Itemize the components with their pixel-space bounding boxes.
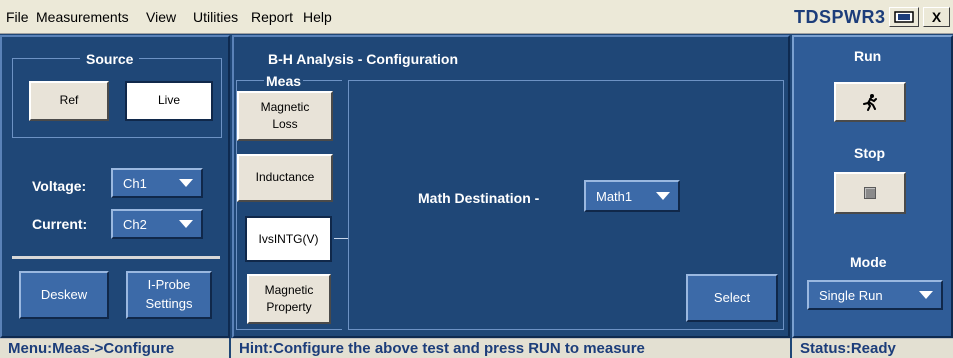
status-hint: Hint:Configure the above test and press …: [231, 338, 790, 358]
app-title: TDSPWR3: [794, 7, 886, 27]
magnetic-loss-button[interactable]: Magnetic Loss: [237, 91, 333, 141]
iprobe-settings-button[interactable]: I-Probe Settings: [126, 271, 212, 319]
magnetic-property-button[interactable]: Magnetic Property: [247, 274, 331, 324]
chevron-down-icon: [179, 179, 193, 187]
mode-title: Mode: [850, 254, 887, 270]
menu-utilities[interactable]: Utilities: [193, 9, 238, 25]
current-channel-select[interactable]: Ch2: [111, 209, 203, 239]
stop-title: Stop: [854, 145, 886, 161]
voltage-channel-select[interactable]: Ch1: [111, 168, 203, 198]
math-destination-select[interactable]: Math1: [584, 180, 680, 212]
configuration-title: B-H Analysis - Configuration: [268, 51, 459, 67]
math-destination-label: Math Destination -: [418, 190, 540, 206]
chevron-down-icon: [179, 220, 193, 228]
source-title: Source: [80, 51, 140, 67]
iprobe-label-line2: Settings: [145, 296, 193, 311]
iprobe-label-line1: I-Probe: [147, 277, 191, 293]
voltage-channel-value: Ch1: [123, 175, 147, 191]
menu-view[interactable]: View: [146, 9, 176, 25]
chevron-down-icon: [919, 291, 933, 299]
minimize-button[interactable]: [889, 7, 919, 27]
menu-file[interactable]: File: [6, 9, 29, 25]
selection-connector: [334, 238, 348, 239]
voltage-label: Voltage:: [32, 178, 87, 194]
stop-button[interactable]: [834, 172, 906, 214]
math-destination-value: Math1: [596, 188, 633, 204]
chevron-down-icon: [656, 192, 670, 200]
menu-bar: File Measurements View Utilities Report …: [0, 0, 953, 34]
menu-measurements[interactable]: Measurements: [36, 9, 129, 25]
stop-icon: [864, 187, 876, 199]
ref-button[interactable]: Ref: [29, 81, 109, 121]
close-button[interactable]: X: [923, 7, 950, 27]
magnetic-property-line2: Property: [266, 300, 312, 314]
live-button[interactable]: Live: [125, 81, 213, 121]
deskew-button[interactable]: Deskew: [19, 271, 109, 319]
select-button[interactable]: Select: [686, 274, 778, 322]
ivsintgv-button[interactable]: IvsINTG(V): [245, 216, 332, 262]
separator: [12, 256, 220, 259]
run-title: Run: [854, 48, 882, 64]
status-menu-path: Menu:Meas->Configure: [0, 338, 229, 358]
magnetic-property-line1: Magnetic: [264, 282, 314, 297]
mode-select[interactable]: Single Run: [807, 280, 943, 310]
current-channel-value: Ch2: [123, 216, 147, 232]
running-man-icon: [863, 94, 877, 111]
menu-help[interactable]: Help: [303, 9, 332, 25]
current-label: Current:: [32, 216, 88, 232]
magnetic-loss-line2: Loss: [272, 117, 298, 131]
inductance-button[interactable]: Inductance: [237, 154, 333, 202]
magnetic-loss-line1: Magnetic: [260, 99, 310, 114]
mode-value: Single Run: [819, 287, 883, 303]
status-state: Status:Ready: [792, 338, 953, 358]
run-button[interactable]: [834, 82, 906, 122]
minimize-icon: [894, 11, 914, 23]
menu-report[interactable]: Report: [251, 9, 293, 25]
meas-title: Meas: [264, 73, 304, 89]
